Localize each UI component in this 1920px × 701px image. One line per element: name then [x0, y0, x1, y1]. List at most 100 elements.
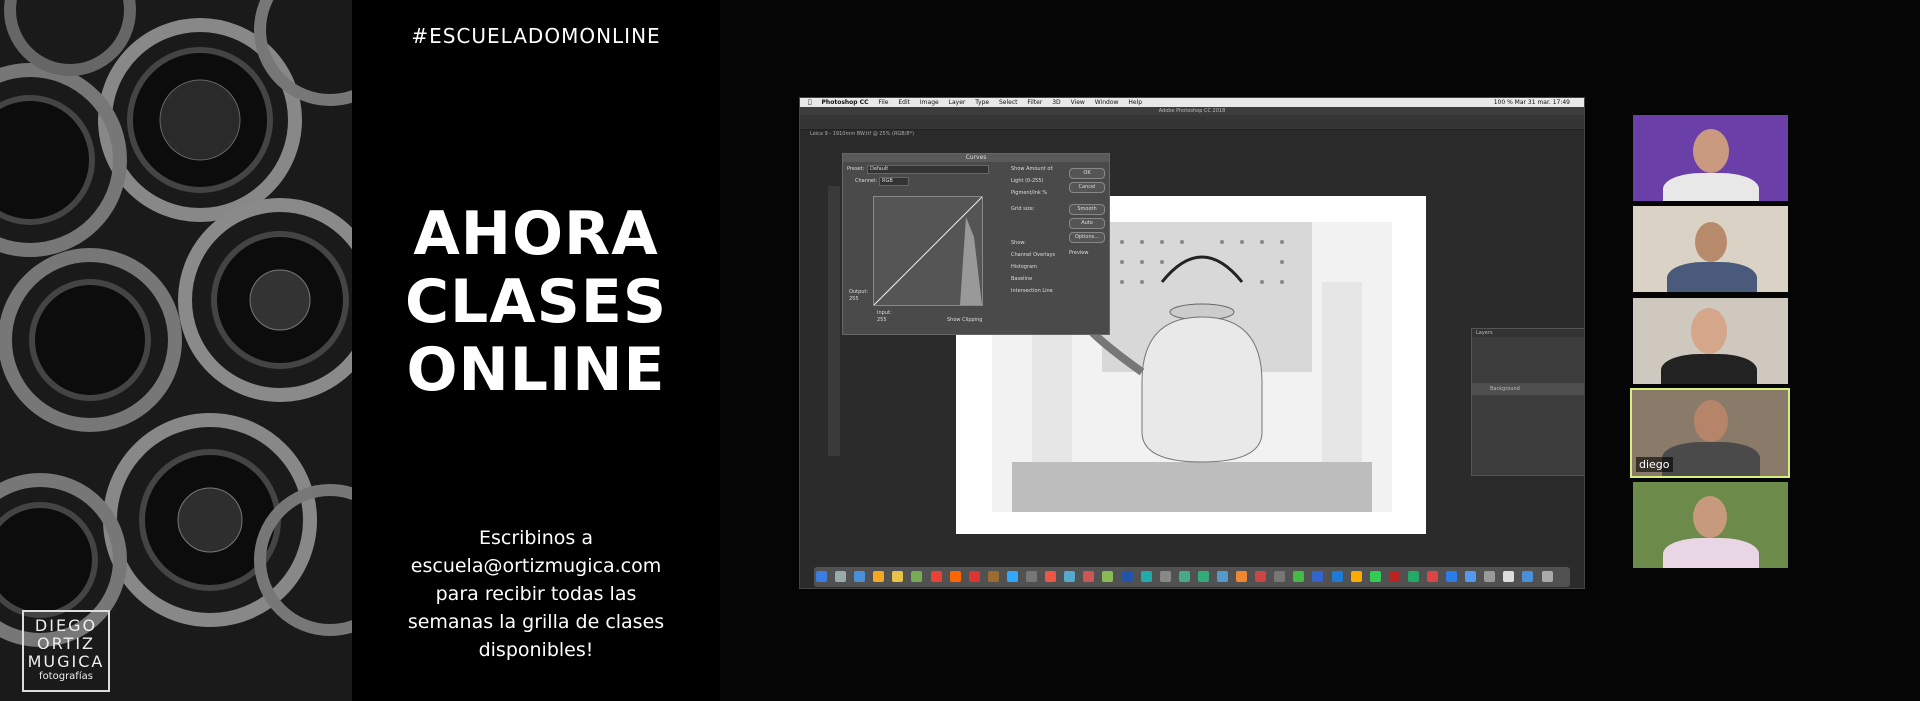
light-radio[interactable]: Light (0-255) — [1011, 178, 1044, 184]
whatsapp-icon[interactable] — [1293, 571, 1305, 582]
menubar-clock: 100 % Mar 31 mar. 17:49 — [1493, 99, 1570, 106]
shared-screen:  Photoshop CC File Edit Image Layer Typ… — [799, 97, 1585, 589]
auto-button[interactable]: Auto — [1069, 218, 1105, 229]
app-icon[interactable] — [1083, 571, 1095, 582]
app-icon[interactable] — [1064, 571, 1076, 582]
menu-item[interactable]: Type — [975, 99, 989, 106]
menu-item[interactable]: Window — [1095, 99, 1119, 106]
show-clipping-checkbox[interactable]: Show Clipping — [947, 317, 982, 323]
menu-item[interactable]: Image — [920, 99, 939, 106]
option-checkbox[interactable]: Baseline — [1011, 276, 1032, 282]
participant-head — [1694, 400, 1728, 442]
notes-icon[interactable] — [873, 571, 885, 582]
app-icon[interactable] — [1312, 571, 1324, 582]
lens-illustration — [0, 0, 352, 701]
menu-item[interactable]: 3D — [1052, 99, 1060, 106]
logo-line-1: DIEGO — [34, 616, 98, 635]
app-icon[interactable] — [1369, 571, 1381, 582]
pigment-radio[interactable]: Pigment/Ink % — [1011, 190, 1047, 196]
contact-line: semanas la grilla de clases — [407, 611, 665, 633]
app-icon[interactable] — [1274, 571, 1286, 582]
preset-select[interactable]: Default — [867, 165, 989, 174]
tools-panel[interactable] — [828, 186, 840, 456]
promo-panel: #ESCUELADOMONLINE AHORA CLASES ONLINE Es… — [352, 0, 720, 701]
participant-video[interactable] — [1633, 482, 1788, 568]
app-icon[interactable] — [1178, 571, 1190, 582]
excel-icon[interactable] — [1407, 571, 1419, 582]
trash-icon[interactable] — [1541, 571, 1553, 582]
options-button[interactable]: Options... — [1069, 232, 1105, 243]
folder-icon[interactable] — [892, 571, 904, 582]
calendar-icon[interactable] — [968, 571, 980, 582]
layer-row[interactable]: Background — [1472, 383, 1584, 395]
menu-item[interactable]: Edit — [898, 99, 910, 106]
menu-item[interactable]: Select — [999, 99, 1018, 106]
menu-item[interactable]: Help — [1128, 99, 1142, 106]
curves-title: Curves — [843, 154, 1109, 162]
document-tab[interactable]: Leica 9 - 1910mm BW.tif @ 25% (RGB/8*) — [800, 130, 1584, 138]
input-value[interactable]: 255 — [877, 317, 887, 323]
option-checkbox[interactable]: Channel Overlays — [1011, 252, 1055, 258]
option-checkbox[interactable]: Intersection Line — [1011, 288, 1053, 294]
menu-item[interactable]: Photoshop CC — [822, 99, 869, 106]
app-icon[interactable] — [1026, 571, 1038, 582]
app-icon[interactable] — [1427, 571, 1438, 582]
chrome-icon[interactable] — [930, 571, 942, 582]
app-icon[interactable] — [1159, 571, 1171, 582]
options-bar — [800, 115, 1584, 130]
safari-icon[interactable] — [854, 571, 866, 582]
channel-select[interactable]: RGB — [879, 177, 909, 186]
app-icon[interactable] — [1255, 571, 1267, 582]
output-value[interactable]: 255 — [849, 296, 859, 302]
downloads-icon[interactable] — [1522, 571, 1534, 582]
option-checkbox[interactable]: Histogram — [1011, 264, 1037, 270]
participant-video[interactable] — [1633, 298, 1788, 384]
app-icon[interactable] — [1121, 571, 1133, 582]
layers-panel[interactable]: Layers Background — [1471, 328, 1584, 476]
app-icon[interactable] — [1503, 571, 1515, 582]
app-icon[interactable] — [1236, 571, 1248, 582]
preview-checkbox[interactable]: Preview — [1069, 250, 1088, 256]
app-icon[interactable] — [1197, 571, 1209, 582]
participant-video-active-speaker[interactable]: diego — [1630, 388, 1790, 478]
show-label: Show: — [1011, 240, 1026, 246]
mac-dock — [814, 567, 1570, 587]
apple-icon[interactable]:  — [808, 99, 812, 106]
photos-icon[interactable] — [1102, 571, 1114, 582]
skype-icon[interactable] — [1140, 571, 1152, 582]
curves-dialog[interactable]: Curves Preset: Default Channel: RGB Outp… — [842, 153, 1110, 335]
music-icon[interactable] — [1045, 571, 1057, 582]
headline-line: ONLINE — [406, 335, 666, 405]
zoom-icon[interactable] — [1446, 571, 1458, 582]
cancel-button[interactable]: Cancel — [1069, 182, 1105, 193]
app-icon[interactable] — [1484, 571, 1496, 582]
menu-item[interactable]: Filter — [1027, 99, 1042, 106]
hashtag: #ESCUELADOMONLINE — [411, 24, 661, 48]
participant-head — [1693, 129, 1729, 173]
smooth-button[interactable]: Smooth — [1069, 204, 1105, 215]
headline-line: AHORA — [413, 199, 659, 269]
menu-item[interactable]: View — [1071, 99, 1085, 106]
acrobat-icon[interactable] — [1388, 571, 1400, 582]
menu-item[interactable]: Layer — [949, 99, 966, 106]
app-icon[interactable] — [1465, 571, 1477, 582]
logo-line-2: ORTIZ — [37, 634, 95, 653]
firefox-icon[interactable] — [949, 571, 961, 582]
participant-body — [1663, 538, 1759, 568]
participant-video[interactable] — [1633, 206, 1788, 292]
participant-name: diego — [1636, 457, 1673, 472]
curves-graph[interactable] — [873, 196, 983, 306]
app-icon[interactable] — [911, 571, 923, 582]
appstore-icon[interactable] — [1331, 571, 1343, 582]
launchpad-icon[interactable] — [835, 571, 847, 582]
app-icon[interactable] — [1216, 571, 1228, 582]
ok-button[interactable]: OK — [1069, 168, 1105, 179]
bridge-icon[interactable] — [987, 571, 999, 582]
participant-body — [1663, 173, 1759, 201]
contact-email[interactable]: escuela@ortizmugica.com — [352, 552, 720, 580]
participant-video[interactable] — [1633, 115, 1788, 201]
finder-icon[interactable] — [816, 571, 827, 582]
vlc-icon[interactable] — [1350, 571, 1362, 582]
menu-item[interactable]: File — [878, 99, 888, 106]
photoshop-icon[interactable] — [1006, 571, 1018, 582]
